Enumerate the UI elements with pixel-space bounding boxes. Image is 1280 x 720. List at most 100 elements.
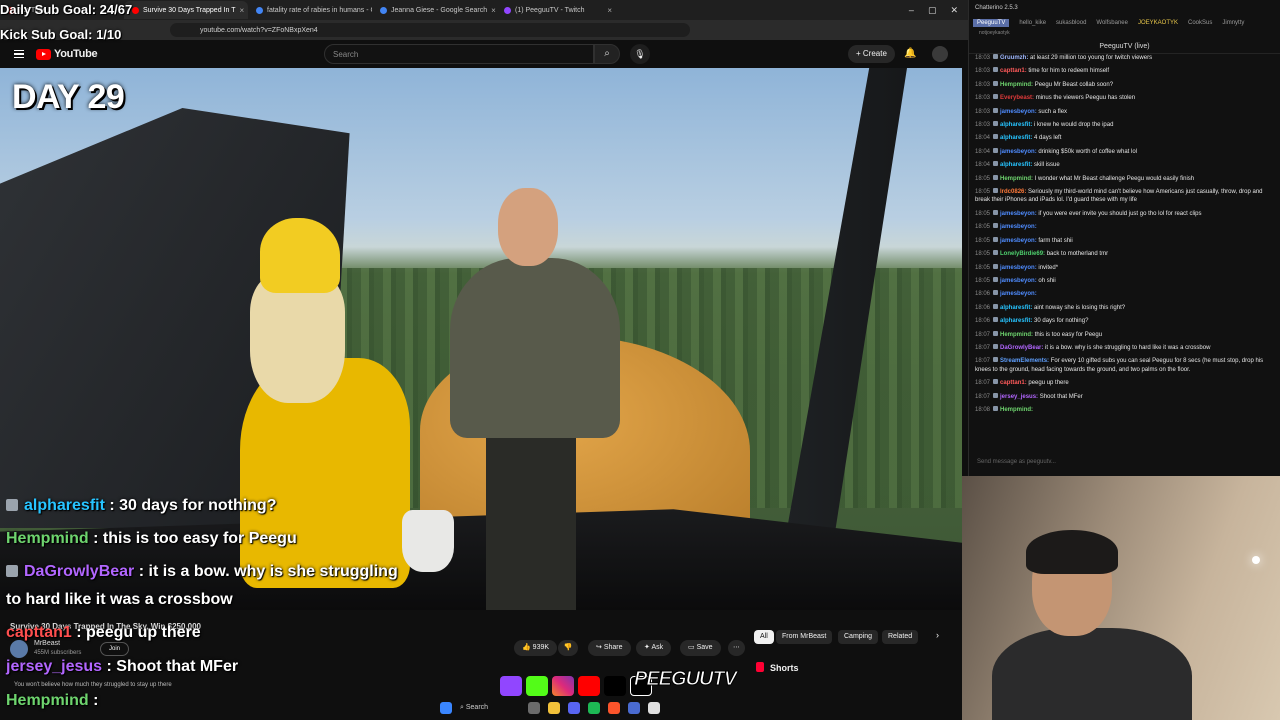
- message-username[interactable]: jamesbeyon:: [1000, 109, 1038, 115]
- chat-message[interactable]: 18:03 Everybeast: minus the viewers Peegu…: [975, 94, 1276, 102]
- chatterino-tab[interactable]: PeeguuTV: [973, 19, 1010, 27]
- chat-message[interactable]: 18:03 Gruumzh: at least 29 million too yo…: [975, 54, 1276, 62]
- chat-message[interactable]: 18:05 jamesbeyon: oh shii: [975, 276, 1276, 285]
- youtube-logo[interactable]: YouTube: [36, 48, 98, 60]
- chip-from-mrbeast[interactable]: From MrBeast: [776, 630, 833, 644]
- message-username[interactable]: alpharesfit:: [1000, 135, 1034, 141]
- message-username[interactable]: DaGrowlyBear:: [1000, 345, 1045, 351]
- chat-message[interactable]: 18:05 jamesbeyon: invited*: [975, 263, 1276, 272]
- chat-message[interactable]: 18:04 alpharesfit: 4 days left: [975, 134, 1276, 142]
- message-username[interactable]: alpharesfit:: [1000, 162, 1034, 168]
- join-button[interactable]: Join: [100, 642, 130, 656]
- hamburger-menu-icon[interactable]: [14, 49, 24, 59]
- chevron-right-icon[interactable]: ›: [936, 630, 939, 640]
- message-username[interactable]: alpharesfit:: [1000, 318, 1034, 324]
- create-button[interactable]: + Create: [848, 45, 895, 63]
- message-username[interactable]: jamesbeyon:: [1000, 278, 1038, 284]
- url-field[interactable]: youtube.com/watch?v=ZFoNBxpXen4: [170, 23, 690, 37]
- chip-camping[interactable]: Camping: [838, 630, 879, 644]
- video-description[interactable]: You won't believe how much they struggle…: [14, 682, 172, 688]
- search-input[interactable]: Search: [324, 44, 594, 64]
- chat-message[interactable]: 18:05 lrdc0826: Seriously my third-world …: [975, 188, 1276, 205]
- message-username[interactable]: Gruumzh:: [1000, 55, 1030, 61]
- chatterino-message-list[interactable]: 18:03 Gruumzh: at least 29 million too yo…: [969, 54, 1280, 414]
- chat-message[interactable]: 18:04 alpharesfit: skill issue: [975, 161, 1276, 169]
- chatterino-tab[interactable]: Jimnytty: [1222, 20, 1244, 26]
- chat-message[interactable]: 18:04 jamesbeyon: drinking $50k worth of …: [975, 147, 1276, 156]
- message-username[interactable]: LonelyBirdie69:: [1000, 251, 1047, 257]
- shorts-header[interactable]: Shorts: [756, 662, 799, 673]
- chat-message[interactable]: 18:03 Hempmind: Peegu Mr Beast collab soo…: [975, 80, 1276, 89]
- chatterino-tab[interactable]: sukasblood: [1056, 20, 1086, 26]
- chat-message[interactable]: 18:07 capttan1: peegu up there: [975, 379, 1276, 387]
- minimize-icon[interactable]: –: [909, 5, 914, 16]
- message-username[interactable]: Hempmind:: [1000, 407, 1033, 413]
- message-username[interactable]: jamesbeyon:: [1000, 224, 1037, 230]
- chat-message[interactable]: 18:03 capttan1: time for him to redeem hi…: [975, 67, 1276, 75]
- message-username[interactable]: jamesbeyon:: [1000, 211, 1038, 217]
- like-button[interactable]: 👍 939K: [514, 640, 558, 656]
- maximize-icon[interactable]: ▢: [928, 5, 937, 16]
- chat-message[interactable]: 18:05 LonelyBirdie69: back to motherland …: [975, 250, 1276, 258]
- message-username[interactable]: Hempmind:: [1000, 176, 1035, 182]
- chip-related[interactable]: Related: [882, 630, 919, 644]
- tab-close-icon[interactable]: ×: [239, 6, 244, 15]
- search-icon[interactable]: ⌕: [594, 44, 620, 64]
- windows-start-icon[interactable]: [440, 702, 452, 714]
- chat-message[interactable]: 18:07 jersey_jesus: Shoot that MFer: [975, 392, 1276, 401]
- chatterino-tab[interactable]: hello_kike: [1019, 20, 1046, 26]
- account-avatar[interactable]: [932, 46, 948, 62]
- message-username[interactable]: lrdc0826:: [1000, 189, 1028, 195]
- chat-message[interactable]: 18:05 jamesbeyon: if you were ever invite…: [975, 209, 1276, 218]
- chat-message[interactable]: 18:07 DaGrowlyBear: it is a bow. why is s…: [975, 343, 1276, 352]
- spotify-icon[interactable]: [588, 702, 600, 714]
- taskbar-search[interactable]: ⌕ Search: [460, 704, 520, 712]
- chrome-icon[interactable]: [648, 702, 660, 714]
- notifications-bell-icon[interactable]: 🔔: [904, 48, 916, 59]
- video-player[interactable]: [0, 68, 962, 610]
- chat-message[interactable]: 18:05 Hempmind: I wonder what Mr Beast ch…: [975, 174, 1276, 183]
- message-username[interactable]: jamesbeyon:: [1000, 291, 1037, 297]
- chat-message[interactable]: 18:05 jamesbeyon: farm that shii: [975, 236, 1276, 245]
- chat-message[interactable]: 18:03 jamesbeyon: such a flex: [975, 107, 1276, 116]
- chatterino-tab[interactable]: Wolfsbanee: [1096, 20, 1128, 26]
- brave-icon[interactable]: [608, 702, 620, 714]
- browser-tab[interactable]: fatality rate of rabies in humans - Go×: [248, 1, 372, 19]
- dislike-button[interactable]: 👎: [558, 640, 578, 656]
- chat-message[interactable]: 18:08 Hempmind:: [975, 405, 1276, 414]
- chat-message[interactable]: 18:06 alpharesfit: 30 days for nothing?: [975, 317, 1276, 325]
- tab-close-icon[interactable]: ×: [607, 6, 612, 15]
- discord-icon[interactable]: [568, 702, 580, 714]
- chat-message[interactable]: 18:07 StreamElements: For every 10 gifted…: [975, 357, 1276, 374]
- chatterino-subtab[interactable]: notjoeykaotyk: [969, 30, 1280, 40]
- chat-message[interactable]: 18:06 jamesbeyon:: [975, 290, 1276, 298]
- message-username[interactable]: Hempmind:: [1000, 332, 1035, 338]
- message-username[interactable]: jamesbeyon:: [1000, 238, 1038, 244]
- browser-tab[interactable]: Jeanna Giese - Google Search ×: [372, 1, 496, 19]
- save-button[interactable]: ▭ Save: [680, 640, 721, 656]
- chip-all[interactable]: All: [754, 630, 774, 644]
- message-username[interactable]: jamesbeyon:: [1000, 265, 1038, 271]
- microphone-icon[interactable]: 🎙: [630, 44, 650, 64]
- share-button[interactable]: ↪ Share: [588, 640, 631, 656]
- file-explorer-icon[interactable]: [548, 702, 560, 714]
- chatterino-tab[interactable]: JOEYKAOTYK: [1138, 20, 1178, 26]
- ask-button[interactable]: ✦ Ask: [636, 640, 672, 656]
- task-view-icon[interactable]: [528, 702, 540, 714]
- chat-message[interactable]: 18:06 alpharesfit: aint noway she is losi…: [975, 303, 1276, 312]
- browser-tab[interactable]: Survive 30 Days Trapped In T ×: [124, 1, 248, 19]
- message-username[interactable]: capttan1:: [1000, 68, 1028, 74]
- channel-avatar[interactable]: [10, 640, 28, 658]
- chat-message[interactable]: 18:05 jamesbeyon:: [975, 223, 1276, 231]
- message-username[interactable]: Hempmind:: [1000, 82, 1035, 88]
- message-username[interactable]: StreamElements:: [1000, 358, 1051, 364]
- browser-tab[interactable]: (1) PeeguuTV - Twitch ×: [496, 1, 620, 19]
- message-username[interactable]: Everybeast:: [1000, 95, 1036, 101]
- message-username[interactable]: alpharesfit:: [1000, 122, 1034, 128]
- message-username[interactable]: alpharesfit:: [1000, 305, 1034, 311]
- message-username[interactable]: jersey_jesus:: [1000, 394, 1040, 400]
- chat-message[interactable]: 18:03 alpharesfit: i knew he would drop t…: [975, 121, 1276, 129]
- chatterino-icon[interactable]: [628, 702, 640, 714]
- chatterino-tab[interactable]: CookSus: [1188, 20, 1212, 26]
- chat-message[interactable]: 18:07 Hempmind: this is too easy for Peeg…: [975, 330, 1276, 339]
